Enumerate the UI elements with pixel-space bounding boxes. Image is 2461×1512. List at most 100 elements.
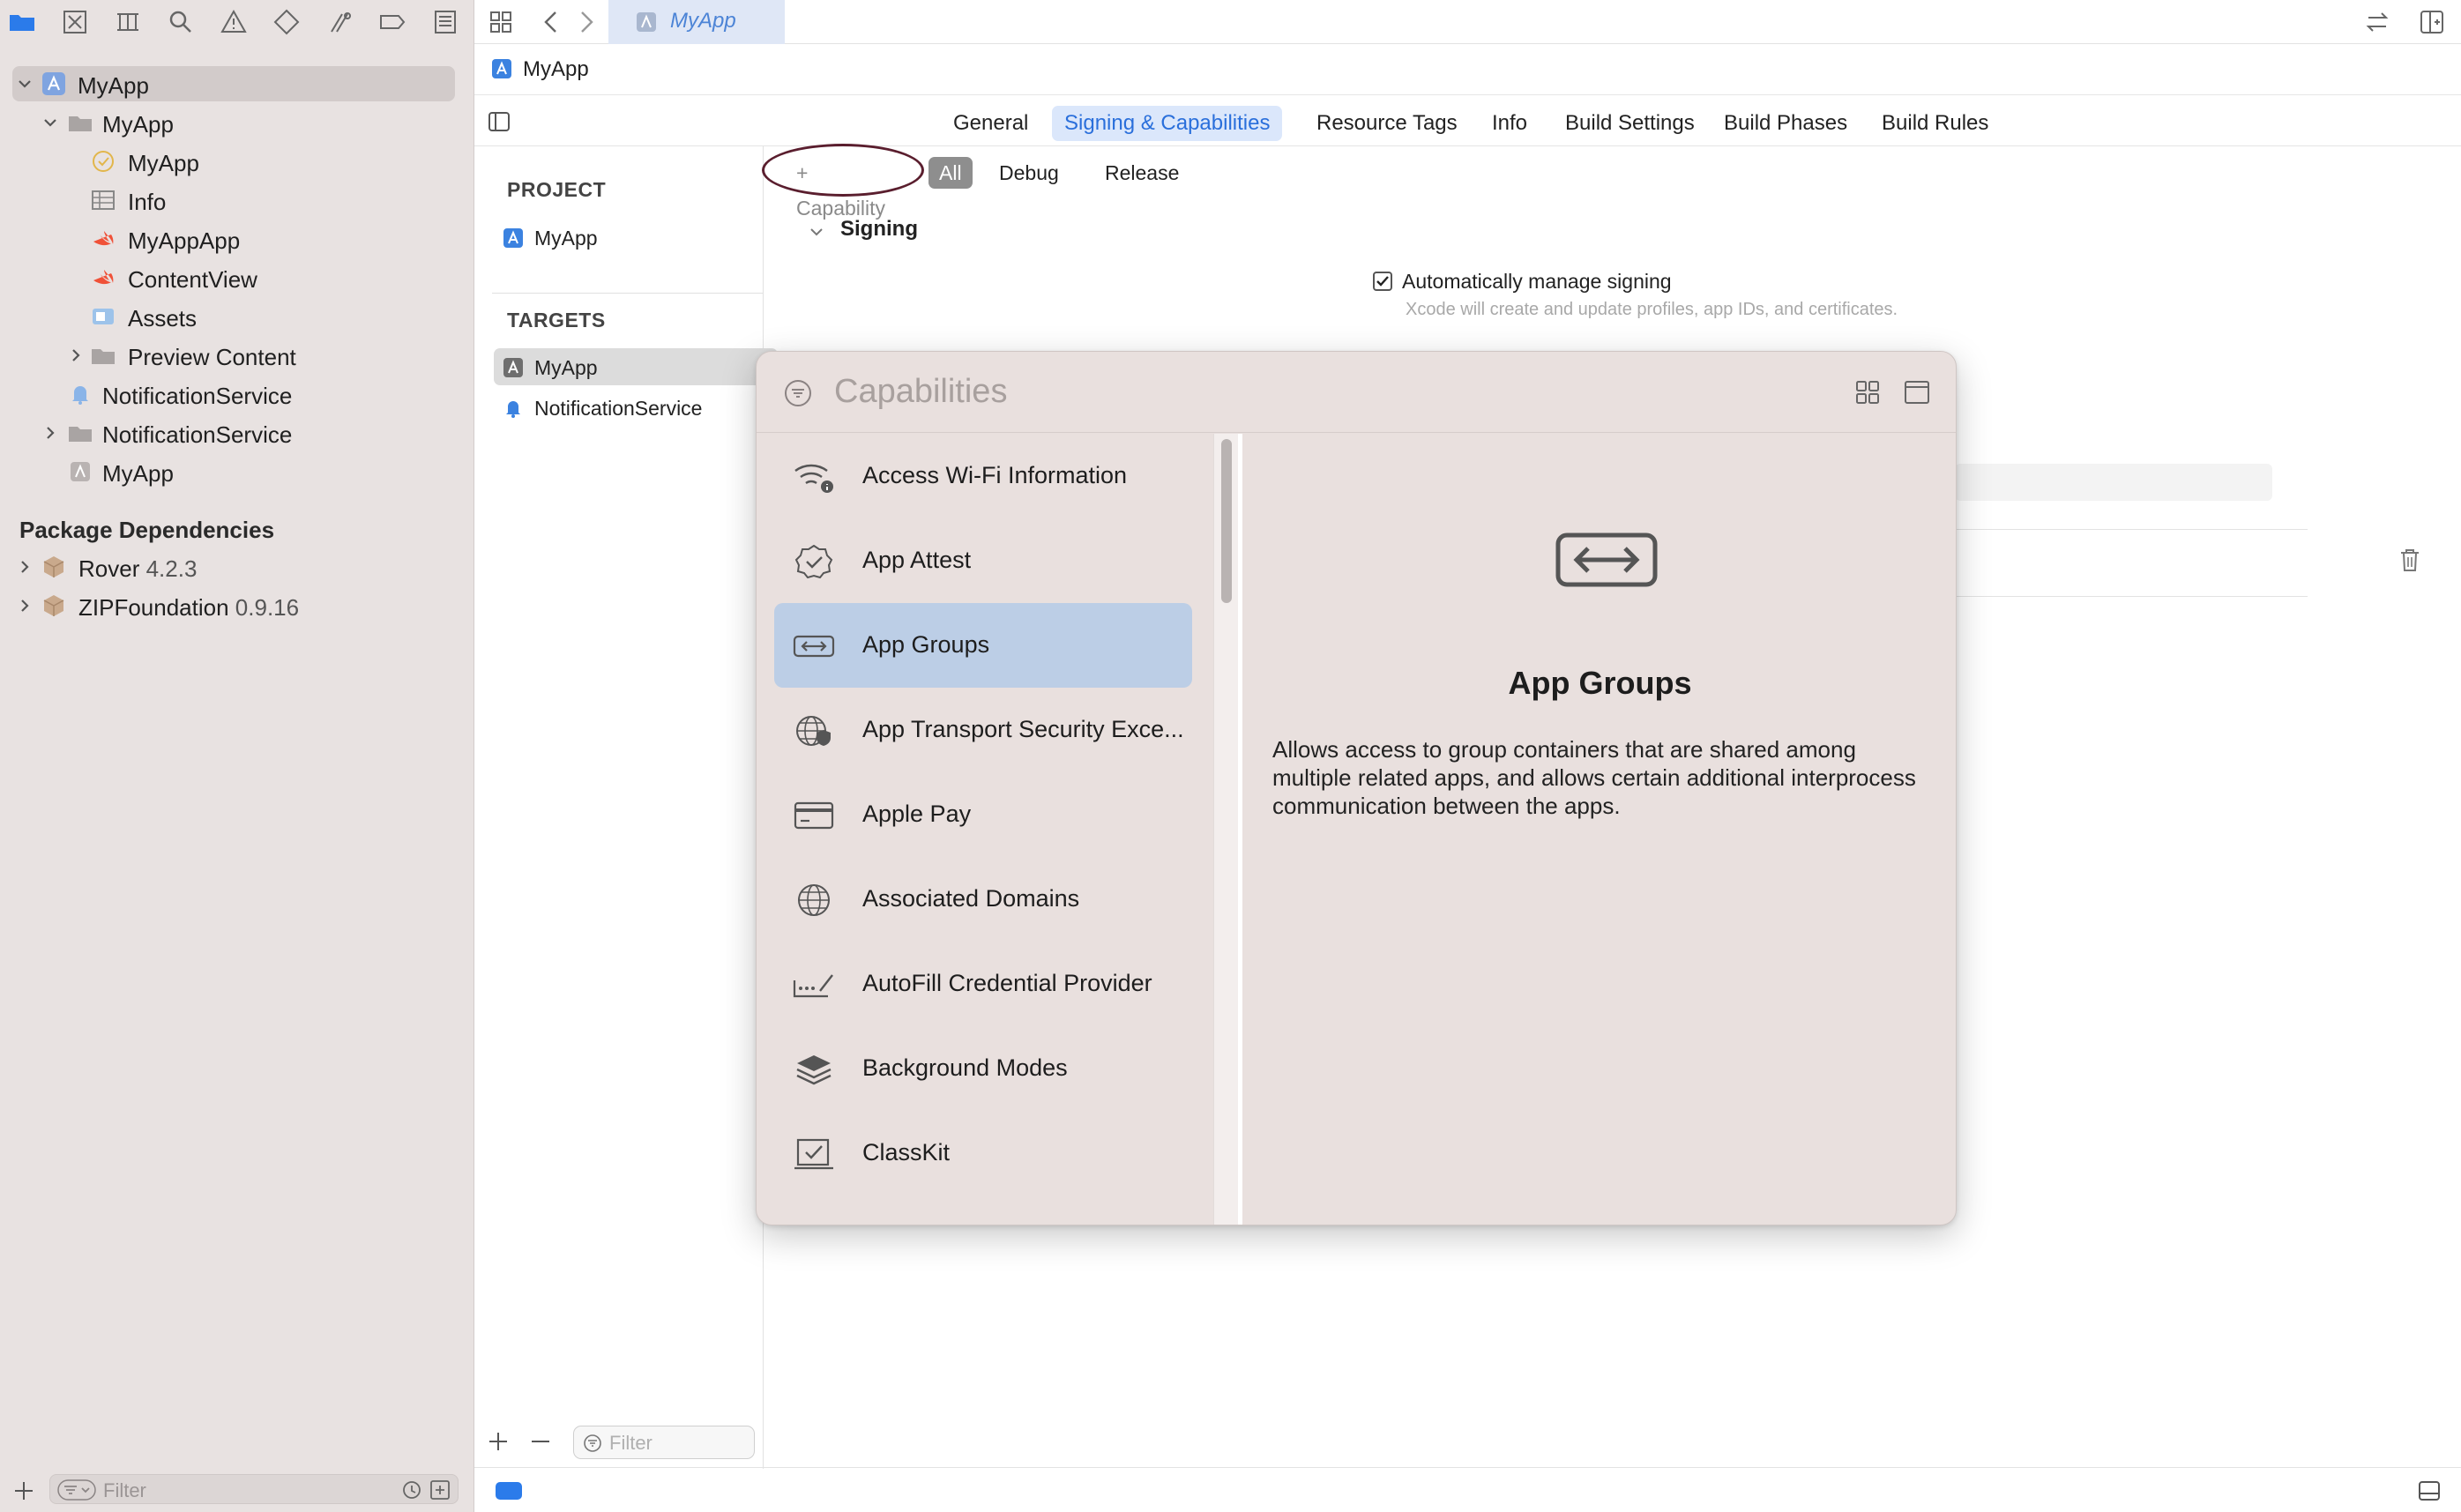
tree-row-myappapp[interactable]: MyAppApp: [0, 221, 459, 257]
tree-row-folder-myapp[interactable]: MyApp: [0, 105, 459, 140]
add-editor-pane-icon[interactable]: [2418, 8, 2446, 36]
package-name: ZIPFoundation: [78, 594, 229, 621]
app-groups-link-icon: [792, 629, 836, 663]
team-field[interactable]: [1955, 464, 2272, 501]
capability-associated-domains[interactable]: Associated Domains: [774, 857, 1192, 942]
tab-signing-capabilities[interactable]: Signing & Capabilities: [1052, 106, 1283, 141]
target-item-notificationservice[interactable]: NotificationService: [494, 389, 778, 426]
auto-manage-signing-checkbox[interactable]: [1373, 272, 1392, 291]
remove-target-icon[interactable]: [529, 1430, 552, 1453]
capabilities-search-input[interactable]: Capabilities: [834, 373, 1007, 411]
tree-row-preview-content[interactable]: Preview Content: [0, 338, 459, 373]
swap-arrows-icon[interactable]: [2363, 8, 2391, 36]
issue-navigator-icon[interactable]: [219, 7, 249, 37]
divider: [1955, 596, 2308, 597]
editor-tab-myapp[interactable]: MyApp: [608, 0, 785, 44]
debug-area-toggle-icon[interactable]: [2417, 1478, 2442, 1503]
project-targets-list: PROJECT MyApp TARGETS MyApp Notification…: [474, 146, 778, 1469]
tree-row-project[interactable]: MyApp: [12, 66, 455, 101]
chevron-right-icon[interactable]: [67, 346, 85, 364]
package-row-zipfoundation[interactable]: ZIPFoundation 0.9.16: [0, 588, 459, 623]
tree-row-notificationservice-folder[interactable]: NotificationService: [0, 415, 459, 451]
layers-icon: [792, 1053, 836, 1086]
tree-row-notificationservice-target[interactable]: NotificationService: [0, 376, 459, 412]
source-control-icon[interactable]: [60, 7, 90, 37]
folder-navigator-icon[interactable]: [7, 7, 37, 37]
navigator-filter-input[interactable]: Filter: [49, 1474, 459, 1504]
tree-row-contentview[interactable]: ContentView: [0, 260, 459, 295]
project-item-myapp[interactable]: MyApp: [494, 219, 778, 256]
tab-build-rules[interactable]: Build Rules: [1869, 106, 2001, 141]
chevron-right-icon[interactable]: [16, 558, 34, 576]
grid-view-icon[interactable]: [1853, 378, 1882, 406]
tree-row-myapp-product[interactable]: MyApp: [0, 454, 459, 489]
filter-options-icon[interactable]: [57, 1479, 96, 1501]
project-navigator: MyApp MyApp MyApp Info MyAppApp ContentV…: [0, 0, 474, 1512]
test-navigator-icon[interactable]: [272, 7, 302, 37]
breakpoints-toggle-icon[interactable]: [496, 1482, 522, 1500]
targets-filter-input[interactable]: Filter: [573, 1426, 755, 1459]
source-control-filter-icon[interactable]: [429, 1479, 451, 1501]
back-arrow-icon[interactable]: [538, 8, 566, 36]
tree-row-assets[interactable]: Assets: [0, 299, 459, 334]
password-field-icon: [792, 968, 836, 1002]
tab-build-phases[interactable]: Build Phases: [1712, 106, 1860, 141]
filter-icon: [783, 378, 813, 408]
capability-background-modes[interactable]: Background Modes: [774, 1026, 1192, 1111]
tree-row-entitlements[interactable]: MyApp: [0, 144, 459, 179]
find-navigator-icon[interactable]: [166, 7, 196, 37]
xcode-project-icon: [490, 57, 513, 80]
segment-all[interactable]: All: [928, 157, 973, 189]
package-row-rover[interactable]: Rover 4.2.3: [0, 549, 459, 585]
navigator-toolbar: [0, 0, 474, 44]
jump-bar-project[interactable]: MyApp: [523, 57, 589, 82]
chevron-down-icon[interactable]: [809, 224, 824, 240]
plist-table-icon: [90, 187, 116, 213]
tab-general[interactable]: General: [941, 106, 1040, 141]
capability-apple-pay[interactable]: Apple Pay: [774, 772, 1192, 857]
divider: [1955, 529, 2308, 530]
capability-autofill-credential-provider[interactable]: AutoFill Credential Provider: [774, 942, 1192, 1026]
tab-resource-tags[interactable]: Resource Tags: [1304, 106, 1470, 141]
grid-view-icon[interactable]: [487, 8, 515, 36]
segment-debug[interactable]: Debug: [988, 157, 1070, 189]
targets-header: TARGETS: [507, 309, 606, 331]
asset-catalog-icon: [90, 303, 116, 330]
target-item-myapp[interactable]: MyApp: [494, 348, 778, 385]
segment-release[interactable]: Release: [1094, 157, 1189, 189]
symbol-navigator-icon[interactable]: [113, 7, 143, 37]
chevron-right-icon[interactable]: [41, 424, 59, 442]
recent-files-icon[interactable]: [401, 1479, 422, 1501]
detail-view-icon[interactable]: [1903, 378, 1931, 406]
settings-tab-bar: General Signing & Capabilities Resource …: [474, 95, 2461, 146]
trash-icon[interactable]: [2398, 547, 2422, 573]
capability-app-transport-security[interactable]: App Transport Security Exce...: [774, 688, 1192, 772]
entitlements-icon: [90, 148, 116, 175]
add-icon[interactable]: [12, 1479, 35, 1502]
scrollbar-thumb[interactable]: [1221, 439, 1232, 603]
tree-row-info[interactable]: Info: [0, 182, 459, 218]
capability-classkit[interactable]: ClassKit: [774, 1111, 1192, 1195]
sidebar-toggle-icon[interactable]: [487, 109, 511, 134]
capability-access-wifi-information[interactable]: Access Wi-Fi Information: [774, 434, 1192, 518]
editor-top-bar: MyApp: [474, 0, 2461, 44]
package-icon: [41, 592, 67, 619]
report-navigator-icon[interactable]: [430, 7, 460, 37]
breakpoint-navigator-icon[interactable]: [377, 7, 407, 37]
divider: [492, 293, 764, 294]
tab-build-settings[interactable]: Build Settings: [1553, 106, 1707, 141]
debug-navigator-icon[interactable]: [324, 7, 354, 37]
chevron-right-icon[interactable]: [16, 597, 34, 614]
bell-extension-icon: [503, 398, 524, 419]
add-target-icon[interactable]: [487, 1430, 510, 1453]
chevron-down-icon[interactable]: [16, 75, 34, 93]
capability-app-attest[interactable]: App Attest: [774, 518, 1192, 603]
tab-info[interactable]: Info: [1480, 106, 1540, 141]
globe-shield-icon: [792, 714, 836, 748]
package-version: 4.2.3: [145, 555, 198, 582]
capabilities-list-scrollbar[interactable]: [1213, 434, 1238, 1225]
checkmark-icon: [1376, 276, 1389, 287]
chevron-down-icon[interactable]: [41, 114, 59, 131]
capability-app-groups[interactable]: App Groups: [774, 603, 1192, 688]
forward-arrow-icon[interactable]: [571, 8, 600, 36]
